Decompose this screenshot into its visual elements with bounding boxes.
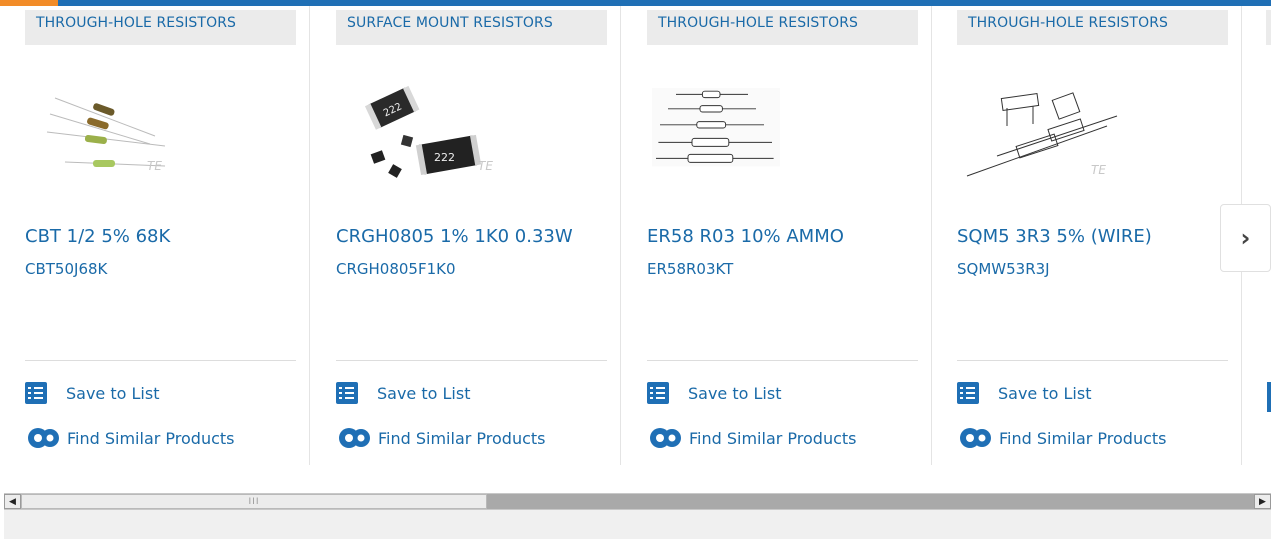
te-watermark: TE (1091, 163, 1106, 177)
find-similar-label: Find Similar Products (378, 428, 546, 448)
product-carousel: THROUGH-HOLE RESISTORS TE CBT 1/2 5% 68K… (0, 6, 1271, 465)
gears-icon (960, 428, 991, 448)
product-name-link[interactable]: SQM5 3R3 5% (WIRE) (957, 226, 1152, 247)
product-image[interactable]: 222 222 TE (336, 76, 536, 186)
save-to-list-label: Save to List (688, 383, 782, 403)
category-label[interactable]: SURFACE MOUNT RESISTORS (336, 10, 607, 45)
scrollbar-grip: III (248, 496, 260, 507)
find-similar-button[interactable]: Find Similar Products (957, 426, 1167, 450)
card-separator (957, 360, 1228, 361)
product-card: SURFACE MOUNT RESISTORS 222 222 TE CRGH0… (311, 6, 621, 465)
scroll-left-button[interactable]: ◀ (4, 494, 21, 509)
save-to-list-button[interactable]: Save to List (336, 381, 470, 405)
gears-icon (650, 428, 681, 448)
horizontal-scrollbar[interactable]: ◀ III ▶ (4, 493, 1271, 510)
product-image[interactable]: TE (957, 76, 1157, 186)
card-separator (336, 360, 607, 361)
gears-icon (28, 428, 59, 448)
te-watermark: TE (147, 159, 162, 173)
save-to-list-label: Save to List (377, 383, 471, 403)
find-similar-button[interactable]: Find Similar Products (336, 426, 546, 450)
product-image[interactable]: TE (25, 76, 225, 186)
chip-marking: 222 (434, 151, 455, 164)
product-name-link[interactable]: CBT 1/2 5% 68K (25, 226, 170, 247)
chevron-right-icon: › (1240, 224, 1251, 252)
product-name-link[interactable]: CRGH0805 1% 1K0 0.33W (336, 226, 573, 247)
product-card: THROUGH-HOLE RESISTORS TE SQM5 3R3 5% (W… (932, 6, 1242, 465)
scrollbar-track[interactable] (487, 494, 1254, 509)
part-number-link[interactable]: ER58R03KT (647, 260, 733, 278)
save-to-list-label: Save to List (998, 383, 1092, 403)
find-similar-button[interactable]: Find Similar Products (647, 426, 857, 450)
footer-band (4, 510, 1271, 539)
category-label[interactable]: THROUGH-HOLE RESISTORS (957, 10, 1228, 45)
save-to-list-button[interactable]: Save to List (957, 381, 1091, 405)
list-check-icon (647, 382, 669, 404)
te-watermark: TE (478, 159, 493, 173)
list-check-icon (336, 382, 358, 404)
card-divider (620, 6, 621, 465)
card-separator (25, 360, 296, 361)
save-to-list-button[interactable]: Save to List (647, 381, 781, 405)
save-to-list-label: Save to List (66, 383, 160, 403)
part-number-link[interactable]: CRGH0805F1K0 (336, 260, 456, 278)
card-separator (647, 360, 918, 361)
find-similar-label: Find Similar Products (999, 428, 1167, 448)
next-card-peek (1266, 10, 1271, 45)
part-number-link[interactable]: SQMW53R3J (957, 260, 1050, 278)
find-similar-label: Find Similar Products (67, 428, 235, 448)
part-number-link[interactable]: CBT50J68K (25, 260, 107, 278)
carousel-next-button[interactable]: › (1220, 204, 1271, 272)
card-divider (309, 6, 310, 465)
scroll-right-button[interactable]: ▶ (1254, 494, 1271, 509)
product-name-link[interactable]: ER58 R03 10% AMMO (647, 226, 844, 247)
gears-icon (339, 428, 370, 448)
find-similar-button[interactable]: Find Similar Products (25, 426, 235, 450)
product-image[interactable] (652, 83, 812, 181)
category-label[interactable]: THROUGH-HOLE RESISTORS (25, 10, 296, 45)
product-card: THROUGH-HOLE RESISTORS ER58 R03 10% AMMO… (622, 6, 932, 465)
save-to-list-button[interactable]: Save to List (25, 381, 159, 405)
category-label[interactable]: THROUGH-HOLE RESISTORS (647, 10, 918, 45)
find-similar-label: Find Similar Products (689, 428, 857, 448)
scrollbar-thumb[interactable]: III (21, 494, 487, 509)
list-check-icon (957, 382, 979, 404)
product-card: THROUGH-HOLE RESISTORS TE CBT 1/2 5% 68K… (0, 6, 310, 465)
next-card-save-icon-peek (1267, 382, 1271, 412)
list-check-icon (25, 382, 47, 404)
